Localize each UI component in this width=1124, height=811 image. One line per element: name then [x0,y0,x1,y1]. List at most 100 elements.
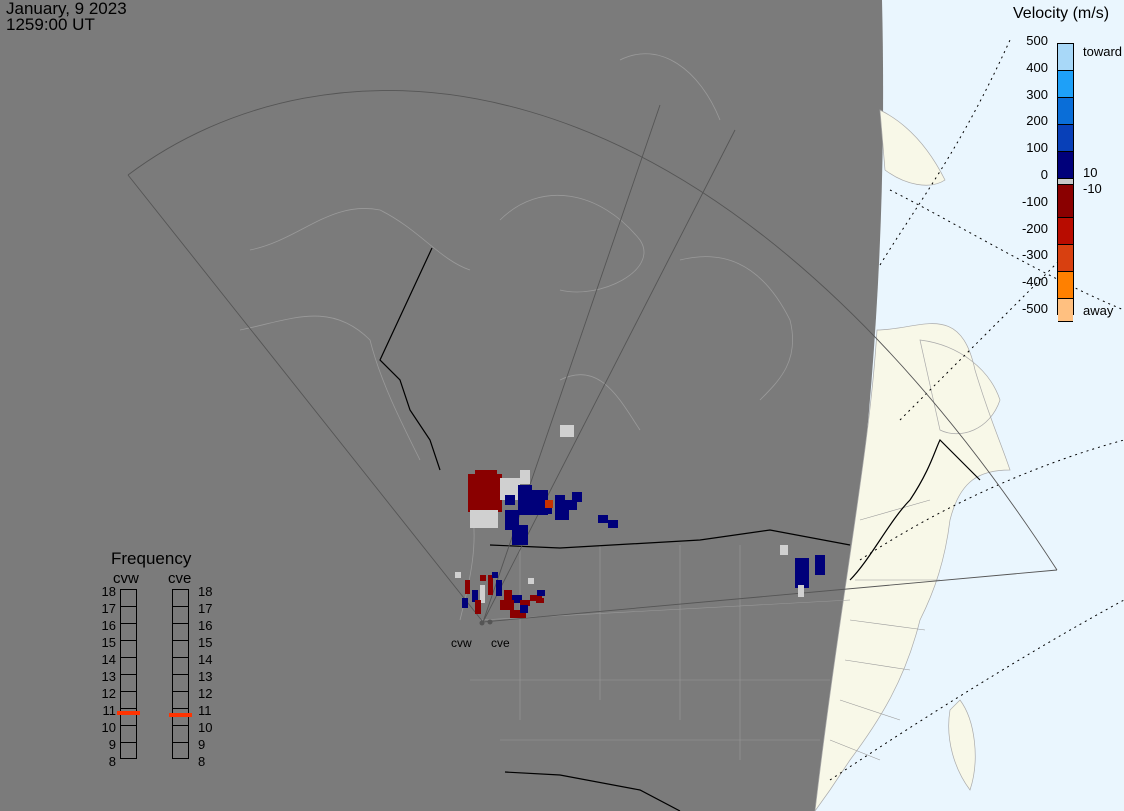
frequency-tick: 13 [101,669,116,684]
velocity-tick: 400 [1026,59,1048,75]
colorbar-segment [1058,44,1073,71]
velocity-tick: 300 [1026,86,1048,102]
frequency-tick: 9 [108,737,116,752]
colorbar-segment [1058,152,1073,179]
frequency-cell [173,675,188,692]
velocity-cell [496,580,502,596]
frequency-tick: 18 [101,584,116,599]
threshold-neg: -10 [1083,181,1102,196]
frequency-cell [121,692,136,709]
velocity-cell [572,492,582,502]
velocity-cell [815,555,825,575]
velocity-cell [598,515,608,523]
velocity-tick: 500 [1026,33,1048,48]
velocity-cell [480,575,486,581]
frequency-bar-cvw [120,589,137,759]
frequency-cell [173,658,188,675]
colorbar-segment [1058,125,1073,152]
frequency-cell [173,607,188,624]
frequency-cell [121,743,136,760]
velocity-tick: -400 [1021,274,1048,290]
frequency-cell [173,709,188,726]
frequency-tick: 18 [198,584,213,599]
frequency-cell [121,624,136,641]
velocity-cell [462,598,468,608]
frequency-cell [173,624,188,641]
velocity-cell [537,590,545,596]
colorbar-segment [1058,218,1073,245]
frequency-tick: 15 [101,635,116,650]
velocity-cell [475,600,481,614]
frequency-tick: 10 [101,720,116,735]
frequency-cell [173,692,188,709]
velocity-tick: 200 [1026,113,1048,129]
frequency-tick: 17 [101,601,116,616]
velocity-cell [555,510,569,520]
colorbar-segment [1058,98,1073,125]
velocity-colorbar [1057,43,1074,322]
frequency-tick: 17 [198,601,213,616]
time-label: 1259:00 UT [6,15,95,34]
frequency-tick: 9 [198,737,206,752]
radar-site-cve [487,619,493,625]
colorbar-segment [1058,245,1073,272]
frequency-tick: 11 [198,703,212,718]
toward-label: toward [1083,44,1123,59]
velocity-cell [780,545,788,555]
freq-radar-cve: cve [168,570,192,587]
frequency-cell [173,641,188,658]
frequency-tick: 12 [101,686,116,701]
velocity-cell [528,578,534,584]
frequency-tick: 16 [101,618,116,633]
frequency-tick: 15 [198,635,213,650]
velocity-cell [608,520,618,528]
radar-label-cve: cve [491,636,510,650]
frequency-tick: 16 [198,618,213,633]
frequency-cell [121,590,136,607]
velocity-tick: -200 [1021,220,1048,236]
velocity-cell [500,600,514,610]
frequency-cell [121,607,136,624]
frequency-tick: 13 [198,669,213,684]
frequency-cell [173,726,188,743]
velocity-cell [798,585,804,597]
velocity-legend-title: Velocity (m/s) [1013,5,1110,22]
frequency-cell [121,641,136,658]
radar-map [0,0,1124,811]
frequency-tick: 10 [198,720,213,735]
away-label: away [1083,303,1114,318]
velocity-cell [470,510,498,528]
velocity-cell [520,470,530,484]
frequency-title: Frequency [111,549,192,568]
frequency-marker [117,711,140,716]
frequency-cell [121,675,136,692]
colorbar-segment [1058,272,1073,299]
velocity-cell [512,525,528,545]
colorbar-segment [1058,185,1073,218]
radar-label-cvw: cvw [451,636,472,650]
frequency-cell [121,726,136,743]
velocity-tick: 0 [1040,167,1048,182]
velocity-cell [518,485,532,515]
velocity-tick: 100 [1026,140,1048,156]
velocity-cell [545,500,553,508]
velocity-cell [505,495,515,505]
velocity-cell [520,605,528,613]
frequency-cell [173,590,188,607]
velocity-cell [492,572,498,578]
velocity-cell [795,558,809,588]
frequency-bar-cve [172,589,189,759]
colorbar-segment [1058,299,1073,322]
velocity-tick: -300 [1021,247,1048,263]
velocity-cell [475,470,497,480]
frequency-tick: 14 [101,652,116,667]
freq-radar-cvw: cvw [113,570,139,587]
velocity-cell [536,598,544,603]
threshold-pos: 10 [1083,165,1098,180]
frequency-tick: 8 [198,754,206,769]
velocity-cell [560,425,574,437]
velocity-tick: -100 [1021,193,1048,209]
velocity-tick: -500 [1021,301,1048,316]
frequency-tick: 11 [102,703,117,718]
colorbar-segment [1058,71,1073,98]
